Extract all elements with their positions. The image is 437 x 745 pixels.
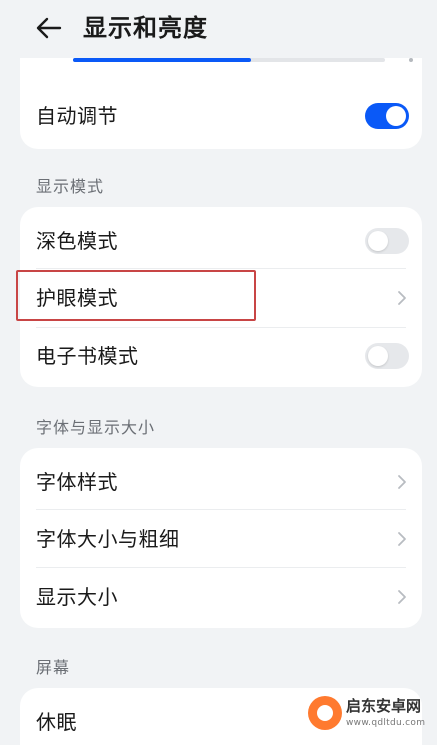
section-title-display-mode: 显示模式 [36,177,105,196]
toggle-knob [368,231,388,251]
chevron-right-icon [398,291,406,305]
font-display-card: 字体样式 字体大小与粗细 显示大小 [20,448,422,628]
font-style-row[interactable]: 字体样式 [20,453,422,511]
auto-brightness-row[interactable]: 自动调节 [20,87,422,145]
chevron-right-icon [398,532,406,546]
watermark: 启东安卓网 www.qdltdu.com [308,690,432,742]
font-size-weight-label: 字体大小与粗细 [36,527,180,551]
font-size-weight-row[interactable]: 字体大小与粗细 [20,510,422,568]
back-button[interactable] [34,14,64,42]
ebook-mode-label: 电子书模式 [36,344,139,368]
ebook-mode-toggle[interactable] [365,343,409,369]
auto-brightness-toggle[interactable] [365,103,409,129]
auto-brightness-label: 自动调节 [36,104,118,128]
title-bar: 显示和亮度 [0,0,437,58]
section-title-screen: 屏幕 [36,658,71,677]
highlight-box [16,270,256,321]
dark-mode-toggle[interactable] [365,228,409,254]
display-size-row[interactable]: 显示大小 [20,568,422,626]
toggle-knob [386,106,406,126]
slider-end-dot [409,58,413,62]
page-title: 显示和亮度 [83,14,208,42]
back-arrow-icon [36,17,62,39]
sleep-label: 休眠 [36,710,77,734]
section-title-font-display: 字体与显示大小 [36,418,156,437]
watermark-name: 启东安卓网 [346,697,422,715]
display-size-label: 显示大小 [36,585,118,609]
watermark-url: www.qdltdu.com [346,718,426,728]
toggle-knob [368,346,388,366]
chevron-right-icon [398,590,406,604]
ebook-mode-row[interactable]: 电子书模式 [20,327,422,385]
font-style-label: 字体样式 [36,470,118,494]
brightness-card: 自动调节 [20,58,422,149]
chevron-right-icon [398,475,406,489]
dark-mode-label: 深色模式 [36,229,118,253]
watermark-logo-icon [308,696,342,730]
dark-mode-row[interactable]: 深色模式 [20,212,422,270]
brightness-slider-fill [73,58,251,62]
